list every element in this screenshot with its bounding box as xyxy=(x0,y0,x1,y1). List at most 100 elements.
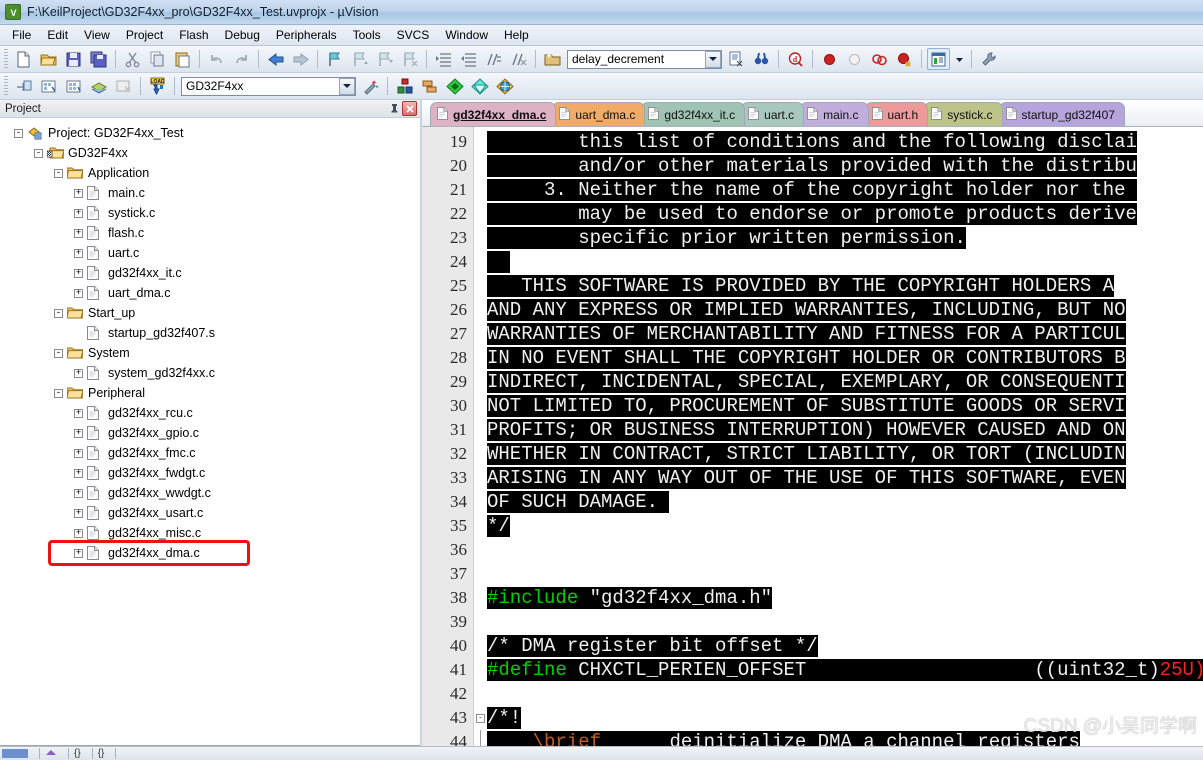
menu-help[interactable]: Help xyxy=(496,26,537,44)
expand-toggle-icon[interactable]: + xyxy=(74,448,83,458)
tree-node[interactable]: - Start_up xyxy=(0,303,420,323)
navigate-forward-button[interactable] xyxy=(289,48,312,70)
translate-file-button[interactable] xyxy=(12,75,35,97)
expand-toggle-icon[interactable]: + xyxy=(74,528,83,538)
expand-toggle-icon[interactable]: + xyxy=(74,508,83,518)
function-browse-icon[interactable] xyxy=(541,48,564,70)
bottom-strip-item-2[interactable]: {} xyxy=(98,748,105,759)
editor-tab[interactable]: uart.c xyxy=(741,102,805,126)
expand-toggle-icon[interactable]: + xyxy=(74,488,83,498)
bookmark-clear-button[interactable] xyxy=(398,48,421,70)
copy-button[interactable] xyxy=(146,48,169,70)
expand-toggle-icon[interactable]: + xyxy=(74,368,83,378)
tree-node[interactable]: + gd32f4xx_fmc.c xyxy=(0,443,420,463)
debug-start-button[interactable]: d xyxy=(784,48,807,70)
fold-marker[interactable]: - xyxy=(474,706,487,730)
bottom-strip-item-1[interactable]: {} xyxy=(74,748,81,759)
menu-file[interactable]: File xyxy=(4,26,39,44)
tree-node[interactable]: + main.c xyxy=(0,183,420,203)
tree-node[interactable]: - Project: GD32F4xx_Test xyxy=(0,123,420,143)
find-in-files-button[interactable] xyxy=(750,48,773,70)
indent-decrease-button[interactable] xyxy=(457,48,480,70)
collapse-toggle-icon[interactable]: - xyxy=(54,388,63,398)
expand-toggle-icon[interactable]: + xyxy=(74,468,83,478)
bottom-strip-icon[interactable] xyxy=(45,748,57,760)
collapse-toggle-icon[interactable]: - xyxy=(54,168,63,178)
expand-toggle-icon[interactable]: + xyxy=(74,408,83,418)
menu-project[interactable]: Project xyxy=(118,26,171,44)
save-button[interactable] xyxy=(62,48,85,70)
tree-node[interactable]: + flash.c xyxy=(0,223,420,243)
function-navigate-combo[interactable]: delay_decrement xyxy=(567,49,722,69)
expand-toggle-icon[interactable]: + xyxy=(74,428,83,438)
uncomment-lines-button[interactable] xyxy=(507,48,530,70)
navigate-back-button[interactable] xyxy=(264,48,287,70)
rebuild-all-button[interactable] xyxy=(62,75,85,97)
expand-toggle-icon[interactable]: + xyxy=(74,188,83,198)
tree-node[interactable]: + gd32f4xx_misc.c xyxy=(0,523,420,543)
undo-button[interactable] xyxy=(205,48,228,70)
expand-toggle-icon[interactable]: + xyxy=(74,228,83,238)
expand-toggle-icon[interactable]: + xyxy=(74,248,83,258)
cut-button[interactable] xyxy=(121,48,144,70)
pack-installer-button[interactable] xyxy=(443,75,466,97)
build-target-button[interactable] xyxy=(37,75,60,97)
symbol-list-button[interactable] xyxy=(725,48,748,70)
expand-toggle-icon[interactable]: + xyxy=(74,268,83,278)
menu-edit[interactable]: Edit xyxy=(39,26,76,44)
configuration-wizard-button[interactable] xyxy=(977,48,1000,70)
manage-run-time-button[interactable] xyxy=(468,75,491,97)
window-layout-button[interactable] xyxy=(927,48,950,70)
tree-node[interactable]: + gd32f4xx_dma.c xyxy=(0,543,420,563)
tree-node[interactable]: - Application xyxy=(0,163,420,183)
tree-node[interactable]: + gd32f4xx_usart.c xyxy=(0,503,420,523)
expand-toggle-icon[interactable]: + xyxy=(74,548,83,558)
tree-node[interactable]: startup_gd32f407.s xyxy=(0,323,420,343)
download-button[interactable]: LOAD xyxy=(146,75,169,97)
menu-svcs[interactable]: SVCS xyxy=(389,26,438,44)
menu-tools[interactable]: Tools xyxy=(345,26,389,44)
tree-node[interactable]: - GD32F4xx xyxy=(0,143,420,163)
menu-peripherals[interactable]: Peripherals xyxy=(268,26,345,44)
menu-view[interactable]: View xyxy=(76,26,118,44)
insert-breakpoint-button[interactable] xyxy=(818,48,841,70)
stop-build-button[interactable] xyxy=(112,75,135,97)
editor-tab[interactable]: uart_dma.c xyxy=(552,102,646,126)
tree-node[interactable]: + gd32f4xx_it.c xyxy=(0,263,420,283)
bottom-tab-indicator[interactable] xyxy=(2,749,28,758)
kill-breakpoint-button[interactable] xyxy=(843,48,866,70)
editor-tab[interactable]: main.c xyxy=(800,102,869,126)
tree-node[interactable]: - Peripheral xyxy=(0,383,420,403)
editor-tab[interactable]: systick.c xyxy=(924,102,1003,126)
target-options-button[interactable] xyxy=(359,75,382,97)
tree-node[interactable]: + systick.c xyxy=(0,203,420,223)
collapse-toggle-icon[interactable]: - xyxy=(54,348,63,358)
chevron-down-icon[interactable] xyxy=(705,50,721,68)
open-file-button[interactable] xyxy=(37,48,60,70)
toolbar-grip[interactable] xyxy=(4,76,8,96)
editor-tab[interactable]: gd32f4xx_dma.c xyxy=(430,102,557,126)
redo-button[interactable] xyxy=(230,48,253,70)
menu-debug[interactable]: Debug xyxy=(217,26,268,44)
bookmark-toggle-button[interactable] xyxy=(323,48,346,70)
close-icon[interactable] xyxy=(402,101,417,116)
manage-project-items-button[interactable] xyxy=(393,75,416,97)
pin-icon[interactable] xyxy=(387,101,402,116)
select-target-combo[interactable]: GD32F4xx xyxy=(181,76,356,96)
new-file-button[interactable] xyxy=(12,48,35,70)
bookmark-next-button[interactable] xyxy=(373,48,396,70)
save-all-button[interactable] xyxy=(87,48,110,70)
tree-node[interactable]: - System xyxy=(0,343,420,363)
multi-project-button[interactable] xyxy=(418,75,441,97)
tree-node[interactable]: + uart.c xyxy=(0,243,420,263)
editor-tab[interactable]: uart.h xyxy=(864,102,929,126)
code-text-area[interactable]: this list of conditions and the followin… xyxy=(487,127,1203,746)
expand-toggle-icon[interactable]: + xyxy=(74,288,83,298)
expand-toggle-icon[interactable]: + xyxy=(74,208,83,218)
toolbar-grip[interactable] xyxy=(4,49,8,69)
software-packs-button[interactable] xyxy=(493,75,516,97)
indent-increase-button[interactable] xyxy=(432,48,455,70)
tree-node[interactable]: + uart_dma.c xyxy=(0,283,420,303)
tree-node[interactable]: + gd32f4xx_wwdgt.c xyxy=(0,483,420,503)
paste-button[interactable] xyxy=(171,48,194,70)
